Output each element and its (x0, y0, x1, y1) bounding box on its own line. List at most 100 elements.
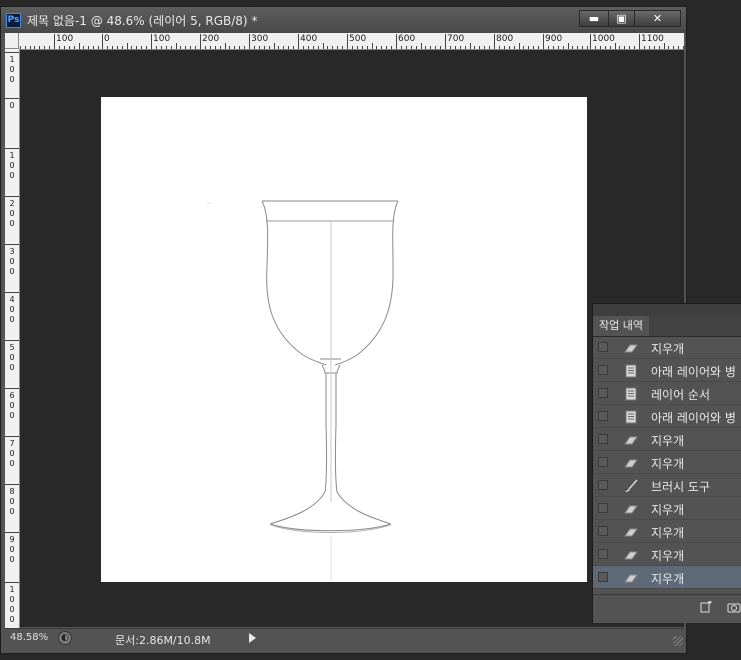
ruler-minor-tick (538, 46, 540, 49)
ruler-tick (54, 34, 55, 49)
document-icon (623, 386, 639, 401)
ruler-label: 100 (56, 34, 74, 44)
camera-snapshot-icon[interactable] (727, 601, 741, 613)
ruler-minor-tick (400, 46, 402, 49)
document-titlebar[interactable]: Ps 제목 없음-1 @ 48.6% (레이어 5, RGB/8) * ▬ ▣ … (1, 7, 686, 33)
history-snapshot-checkbox[interactable] (598, 503, 608, 513)
ruler-minor-tick (523, 46, 525, 49)
history-snapshot-checkbox[interactable] (598, 365, 608, 375)
history-snapshot-checkbox[interactable] (598, 480, 608, 490)
ruler-minor-tick (160, 46, 162, 49)
ruler-tick (5, 98, 19, 99)
ruler-label: 0 (104, 34, 110, 44)
ruler-minor-tick (234, 46, 236, 49)
history-item[interactable]: 지우개 (593, 451, 741, 474)
history-item-label: 지우개 (651, 572, 685, 586)
history-panel: 작업 내역 지우개 아래 레이어와 병 레이어 순서 아래 레이어와 병 지우개 지우개 브… (592, 303, 741, 623)
maximize-button[interactable]: ▣ (608, 10, 635, 27)
ruler-label: 100 (153, 34, 171, 44)
document-icon (623, 363, 639, 378)
panel-tabbar: 작업 내역 (593, 316, 741, 337)
ruler-minor-tick (175, 43, 177, 49)
ruler-minor-tick (29, 46, 31, 49)
ruler-minor-tick (624, 46, 626, 49)
history-item[interactable]: 지우개 (593, 497, 741, 520)
history-item[interactable]: 지우개 (593, 336, 741, 359)
ruler-tick (5, 292, 19, 293)
history-snapshot-checkbox[interactable] (598, 457, 608, 467)
ruler-minor-tick (415, 46, 417, 49)
zoom-level[interactable]: 48.58% (10, 632, 48, 643)
history-item[interactable]: 브러시 도구 (593, 474, 741, 497)
history-item[interactable]: 지우개 (593, 428, 741, 451)
ruler-minor-tick (683, 46, 684, 49)
resize-grip-icon[interactable] (673, 636, 683, 646)
ruler-tick (5, 388, 19, 389)
document-size-info[interactable]: 문서:2.86M/10.8M (115, 632, 211, 648)
ruler-minor-tick (121, 46, 123, 49)
ruler-minor-tick (587, 46, 589, 49)
eraser-icon (623, 547, 639, 561)
ruler-tick (151, 34, 152, 49)
status-menu-arrow-icon[interactable] (249, 633, 256, 643)
history-item[interactable]: 아래 레이어와 병 (593, 359, 741, 382)
ruler-label: 1100 (641, 34, 664, 44)
status-info-icon[interactable]: ◐ (58, 631, 72, 645)
ruler-minor-tick (327, 46, 329, 49)
ruler-minor-tick (214, 46, 216, 49)
ruler-minor-tick (653, 46, 655, 49)
ruler-minor-tick (663, 43, 665, 49)
document-canvas[interactable] (101, 97, 587, 582)
history-snapshot-checkbox[interactable] (598, 434, 608, 444)
history-snapshot-checkbox[interactable] (598, 342, 608, 352)
ruler-minor-tick (229, 46, 231, 49)
ruler-minor-tick (78, 43, 80, 49)
horizontal-ruler[interactable]: 100 0 100 200 300 400 500 600 700 800 900 1000 1100 (19, 33, 684, 50)
ruler-minor-tick (170, 46, 172, 49)
history-item-label: 브러시 도구 (651, 480, 711, 494)
ruler-origin[interactable] (5, 33, 19, 49)
tab-history[interactable]: 작업 내역 (593, 316, 649, 336)
ruler-minor-tick (185, 46, 187, 49)
ruler-tick (5, 244, 19, 245)
canvas-workspace[interactable] (20, 50, 684, 627)
ruler-minor-tick (371, 43, 373, 49)
vertical-ruler[interactable]: 1 0 0 0 1 0 0 2 0 0 3 0 0 4 0 0 5 0 0 6 0 0 7 0 … (5, 49, 20, 629)
ruler-minor-tick (131, 46, 133, 49)
ruler-minor-tick (49, 46, 51, 49)
history-item-label: 레이어 순서 (651, 388, 711, 402)
new-document-from-state-icon[interactable] (699, 601, 713, 613)
history-item[interactable]: 지우개 (593, 566, 741, 589)
history-item[interactable]: 지우개 (593, 543, 741, 566)
history-item-label: 지우개 (651, 342, 685, 356)
panel-footer (593, 594, 741, 623)
ruler-minor-tick (361, 46, 363, 49)
history-item[interactable]: 지우개 (593, 520, 741, 543)
history-snapshot-checkbox[interactable] (598, 388, 608, 398)
history-snapshot-checkbox[interactable] (598, 549, 608, 559)
history-list: 지우개 아래 레이어와 병 레이어 순서 아래 레이어와 병 지우개 지우개 브러시 도구 지… (593, 336, 741, 589)
ruler-minor-tick (126, 43, 128, 49)
history-item[interactable]: 레이어 순서 (593, 382, 741, 405)
ruler-minor-tick (209, 46, 211, 49)
ruler-minor-tick (317, 46, 319, 49)
minimize-button[interactable]: ▬ (579, 10, 609, 27)
ruler-minor-tick (464, 46, 466, 49)
wine-glass-drawing (207, 200, 399, 582)
ruler-minor-tick (155, 46, 157, 49)
ruler-label: 3 0 0 (9, 247, 15, 276)
eraser-icon (623, 455, 639, 469)
history-item-label: 지우개 (651, 434, 685, 448)
history-snapshot-checkbox[interactable] (598, 411, 608, 421)
ruler-minor-tick (224, 43, 226, 49)
ruler-tick (5, 436, 19, 437)
history-item-label: 지우개 (651, 503, 685, 517)
ruler-minor-tick (449, 46, 451, 49)
close-button[interactable]: ✕ (634, 10, 681, 27)
ruler-minor-tick (44, 46, 46, 49)
panel-header-bar[interactable] (593, 304, 741, 316)
history-snapshot-checkbox[interactable] (598, 526, 608, 536)
ruler-minor-tick (63, 46, 65, 49)
history-item[interactable]: 아래 레이어와 병 (593, 405, 741, 428)
history-snapshot-checkbox[interactable] (598, 572, 608, 582)
